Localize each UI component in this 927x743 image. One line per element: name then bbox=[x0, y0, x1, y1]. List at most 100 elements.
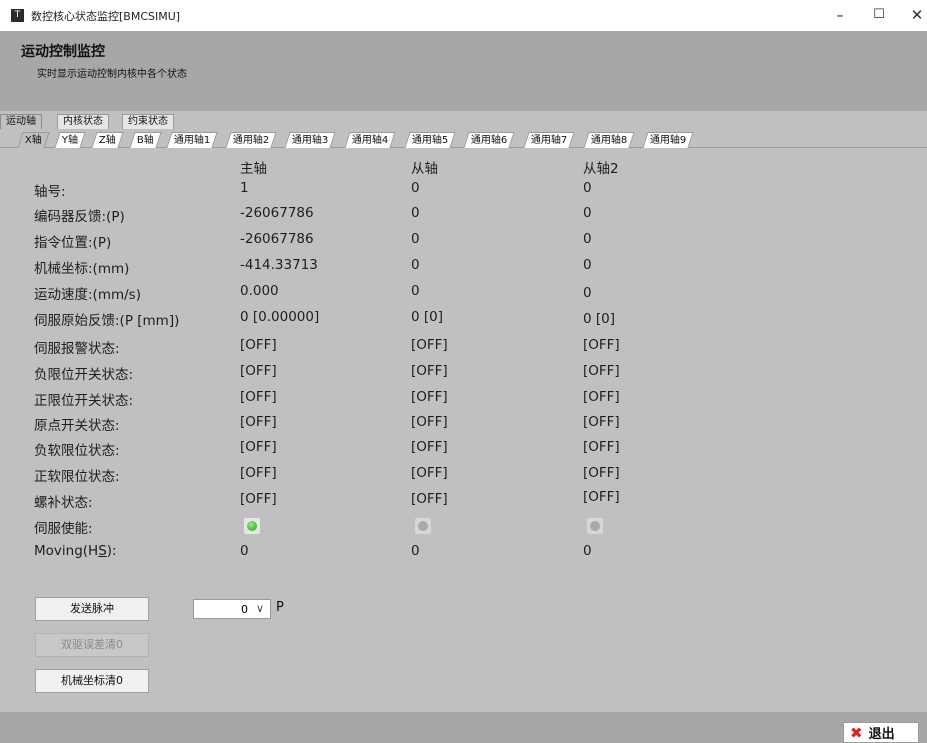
row-label: 机械坐标:(mm) bbox=[34, 261, 130, 277]
page-subtitle: 实时显示运动控制内核中各个状态 bbox=[37, 69, 187, 80]
table-cell: [OFF] bbox=[583, 439, 620, 455]
table-cell: 0 bbox=[583, 257, 592, 273]
table-cell: [OFF] bbox=[411, 363, 448, 379]
table-cell: [OFF] bbox=[411, 389, 448, 405]
tab-kernel-status[interactable]: 内核状态 bbox=[57, 114, 109, 129]
tab-general-axis-4[interactable]: 通用轴4 bbox=[344, 132, 396, 148]
exit-label: 退出 bbox=[868, 727, 895, 742]
row-label: 正限位开关状态: bbox=[34, 393, 134, 409]
table-cell: 0 [0] bbox=[411, 309, 444, 325]
table-cell: -26067786 bbox=[240, 205, 314, 221]
table-cell: 0 bbox=[411, 180, 420, 196]
header-banner: 运动控制监控 实时显示运动控制内核中各个状态 bbox=[0, 31, 927, 111]
table-cell: 1 bbox=[240, 180, 249, 196]
table-cell: [OFF] bbox=[411, 491, 448, 507]
table-cell: 0 bbox=[583, 231, 592, 247]
chevron-down-icon[interactable]: ∨ bbox=[252, 600, 268, 618]
table-cell: 0 [0.00000] bbox=[240, 309, 320, 325]
servo-enable-label: 伺服使能: bbox=[34, 521, 93, 537]
tab-label: 通用轴5 bbox=[411, 135, 449, 146]
maximize-button[interactable]: ☐ bbox=[864, 4, 894, 26]
row-label: 原点开关状态: bbox=[34, 418, 120, 434]
close-icon: ✖ bbox=[850, 724, 863, 742]
table-cell: [OFF] bbox=[240, 363, 277, 379]
clear-dual-error-button[interactable]: 双驱误差清0 bbox=[35, 633, 149, 657]
tab-axis-b-label: B轴 bbox=[136, 135, 154, 146]
close-button[interactable]: ✕ bbox=[902, 4, 927, 26]
table-cell: [OFF] bbox=[583, 389, 620, 405]
table-cell: -26067786 bbox=[240, 231, 314, 247]
tab-general-axis-6[interactable]: 通用轴6 bbox=[463, 132, 515, 148]
row-label: 伺服报警状态: bbox=[34, 341, 120, 357]
row-label: 负软限位状态: bbox=[34, 443, 120, 459]
row-label: 运动速度:(mm/s) bbox=[34, 287, 141, 303]
column-header-slave-axis: 从轴 bbox=[411, 161, 438, 177]
table-cell: [OFF] bbox=[240, 389, 277, 405]
page-title: 运动控制监控 bbox=[21, 44, 105, 60]
exit-button[interactable]: ✖ 退出 bbox=[843, 722, 919, 743]
tab-constraint-status[interactable]: 约束状态 bbox=[122, 114, 174, 129]
row-label: 轴号: bbox=[34, 184, 66, 200]
title-bar: T 数控核心状态监控[BMCSIMU] – ☐ ✕ bbox=[0, 0, 927, 31]
tab-label: 通用轴8 bbox=[590, 135, 628, 146]
moving-value: 0 bbox=[583, 543, 592, 559]
tab-general-axis-5[interactable]: 通用轴5 bbox=[404, 132, 456, 148]
moving-value: 0 bbox=[411, 543, 420, 559]
moving-label: Moving(HS): bbox=[34, 543, 117, 559]
table-cell: 0 bbox=[583, 205, 592, 221]
row-label: 指令位置:(P) bbox=[34, 235, 112, 251]
servo-enable-indicator-slave-2 bbox=[587, 518, 603, 534]
minimize-button[interactable]: – bbox=[825, 4, 855, 26]
axis-tab-bar: X轴 Y轴 Z轴 B轴 通用轴1 通用轴2 通用轴3 通用轴4 通用轴5 通用轴… bbox=[0, 129, 927, 148]
table-cell: 0 bbox=[583, 180, 592, 196]
table-cell: [OFF] bbox=[411, 465, 448, 481]
table-cell: [OFF] bbox=[240, 439, 277, 455]
row-label: 编码器反馈:(P) bbox=[34, 209, 125, 225]
send-pulse-button[interactable]: 发送脉冲 bbox=[35, 597, 149, 621]
tab-label: 通用轴2 bbox=[232, 135, 270, 146]
tab-label: 通用轴1 bbox=[173, 135, 211, 146]
tab-general-axis-3[interactable]: 通用轴3 bbox=[284, 132, 336, 148]
app-icon: T bbox=[11, 9, 24, 22]
pulse-count-value: 0 bbox=[241, 603, 248, 616]
tab-axis-x[interactable]: X轴 bbox=[17, 132, 50, 148]
table-cell: [OFF] bbox=[583, 489, 620, 505]
table-cell: [OFF] bbox=[411, 439, 448, 455]
tab-general-axis-7[interactable]: 通用轴7 bbox=[523, 132, 575, 148]
table-cell: [OFF] bbox=[583, 337, 620, 353]
tab-axis-y-label: Y轴 bbox=[61, 135, 78, 146]
tab-label: 通用轴7 bbox=[530, 135, 568, 146]
table-cell: 0 bbox=[411, 283, 420, 299]
tab-label: 通用轴4 bbox=[351, 135, 389, 146]
tab-label: 通用轴3 bbox=[291, 135, 329, 146]
tab-general-axis-8[interactable]: 通用轴8 bbox=[583, 132, 635, 148]
table-cell: 0 bbox=[583, 285, 592, 301]
row-label: 伺服原始反馈:(P [mm]) bbox=[34, 313, 180, 329]
table-cell: 0 bbox=[411, 257, 420, 273]
table-cell: [OFF] bbox=[411, 337, 448, 353]
row-label: 负限位开关状态: bbox=[34, 367, 134, 383]
table-cell: 0 [0] bbox=[583, 311, 616, 327]
moving-value: 0 bbox=[240, 543, 249, 559]
main-tab-bar: 运动轴 内核状态 约束状态 bbox=[0, 111, 927, 129]
footer-bar bbox=[0, 712, 927, 743]
pulse-count-combo[interactable]: 0 ∨ bbox=[193, 599, 271, 619]
table-cell: [OFF] bbox=[583, 414, 620, 430]
row-label: 正软限位状态: bbox=[34, 469, 120, 485]
tab-axis-x-label: X轴 bbox=[24, 135, 42, 146]
tab-axis-b[interactable]: B轴 bbox=[129, 132, 162, 148]
table-cell: 0.000 bbox=[240, 283, 279, 299]
column-header-main-axis: 主轴 bbox=[240, 161, 267, 177]
tab-general-axis-1[interactable]: 通用轴1 bbox=[166, 132, 218, 148]
tab-label: 通用轴9 bbox=[649, 135, 687, 146]
table-cell: [OFF] bbox=[583, 363, 620, 379]
table-cell: [OFF] bbox=[240, 465, 277, 481]
tab-label: 通用轴6 bbox=[470, 135, 508, 146]
tab-general-axis-2[interactable]: 通用轴2 bbox=[225, 132, 277, 148]
tab-motion-axis[interactable]: 运动轴 bbox=[0, 114, 42, 129]
tab-axis-z[interactable]: Z轴 bbox=[91, 132, 124, 148]
tab-axis-y[interactable]: Y轴 bbox=[54, 132, 86, 148]
pulse-unit-label: P bbox=[276, 600, 284, 615]
tab-general-axis-9[interactable]: 通用轴9 bbox=[642, 132, 694, 148]
clear-machine-coord-button[interactable]: 机械坐标清0 bbox=[35, 669, 149, 693]
